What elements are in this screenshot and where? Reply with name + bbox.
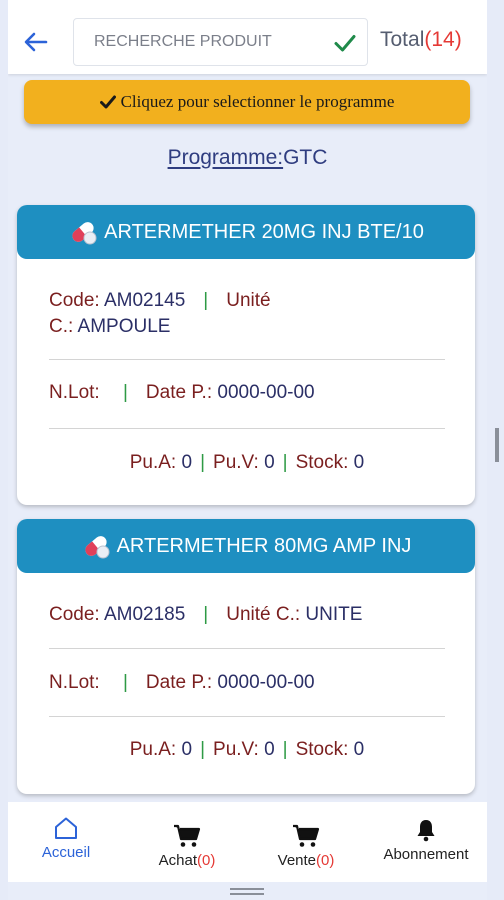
nav-purchase-count: (0): [197, 852, 216, 869]
price-stock-row: Pu.A: 0 | Pu.V: 0 | Stock: 0: [49, 450, 445, 476]
stock-label: Stock:: [295, 452, 349, 473]
code-value: AM02185: [103, 604, 186, 625]
product-card-header: ARTERMETHER 80MG AMP INJ: [17, 519, 475, 573]
search-input[interactable]: [94, 27, 324, 57]
price-stock-row: Pu.A: 0 | Pu.V: 0 | Stock: 0: [49, 737, 445, 763]
total-indicator: Total(14): [380, 28, 462, 52]
product-name: ARTERMETHER 20MG INJ BTE/10: [104, 220, 424, 243]
total-label: Total: [380, 28, 425, 51]
unit-label-cont: C.:: [49, 316, 74, 337]
stock-value: 0: [353, 452, 365, 473]
lot-label: N.Lot:: [49, 672, 100, 693]
pill-icon: [72, 222, 97, 245]
bottom-nav: Accueil Achat(0) Vente(0) Abonnement: [8, 802, 487, 882]
separator: |: [203, 604, 209, 625]
separator: |: [282, 452, 288, 473]
check-icon[interactable]: [333, 31, 357, 55]
nav-purchase-label: Achat(0): [159, 852, 216, 869]
separator: |: [122, 382, 128, 403]
pua-value: 0: [181, 452, 193, 473]
pua-value: 0: [181, 739, 193, 760]
code-label: Code:: [49, 290, 100, 311]
divider: [49, 428, 445, 429]
separator: |: [122, 672, 128, 693]
divider: [49, 648, 445, 649]
code-unit-row: Code: AM02145 | Unité C.: AMPOULE: [49, 288, 445, 340]
date-value: 0000-00-00: [217, 672, 315, 693]
code-value: AM02145: [103, 290, 186, 311]
nav-subscription-label: Abonnement: [383, 846, 469, 863]
product-name: ARTERMETHER 80MG AMP INJ: [116, 534, 412, 557]
search-box[interactable]: [73, 18, 368, 66]
nav-home[interactable]: Accueil: [11, 816, 121, 876]
nav-sale-label: Vente(0): [278, 852, 335, 869]
nav-purchase[interactable]: Achat(0): [132, 824, 242, 884]
program-value: GTC: [283, 146, 328, 169]
program-key: Programme:: [167, 146, 284, 169]
separator: |: [282, 739, 288, 760]
unit-value: AMPOULE: [77, 316, 171, 337]
app-frame: Total(14) Cliquez pour selectionner le p…: [8, 0, 487, 900]
stock-value: 0: [353, 739, 365, 760]
product-card[interactable]: ARTERMETHER 20MG INJ BTE/10 Code: AM0214…: [17, 205, 475, 505]
bottom-resize-handle[interactable]: [230, 888, 264, 895]
separator: |: [203, 290, 209, 311]
program-info[interactable]: Programme:GTC: [8, 146, 487, 170]
lot-label: N.Lot:: [49, 382, 100, 403]
separator: |: [200, 452, 206, 473]
puv-value: 0: [264, 452, 275, 473]
unit-value: UNITE: [305, 604, 363, 625]
lot-date-row: N.Lot: | Date P.: 0000-00-00: [49, 670, 445, 696]
select-program-label: Cliquez pour selectionner le programme: [120, 92, 395, 111]
nav-purchase-text: Achat: [158, 852, 197, 869]
select-program-button[interactable]: Cliquez pour selectionner le programme: [24, 80, 470, 124]
puv-label: Pu.V:: [213, 739, 259, 760]
pua-label: Pu.A:: [129, 452, 177, 473]
product-card-header: ARTERMETHER 20MG INJ BTE/10: [17, 205, 475, 259]
divider: [49, 359, 445, 360]
home-icon: [55, 817, 77, 839]
date-value: 0000-00-00: [217, 382, 315, 403]
nav-subscription[interactable]: Abonnement: [371, 818, 481, 878]
total-count: (14): [424, 28, 462, 51]
cart-icon: [293, 824, 320, 847]
nav-sale[interactable]: Vente(0): [251, 824, 361, 884]
arrow-left-icon: [24, 32, 48, 52]
pua-label: Pu.A:: [129, 739, 177, 760]
pill-icon: [84, 536, 110, 559]
lot-date-row: N.Lot: | Date P.: 0000-00-00: [49, 380, 445, 406]
product-card[interactable]: ARTERMETHER 80MG AMP INJ Code: AM02185 | U…: [17, 519, 475, 794]
back-button[interactable]: [22, 28, 50, 56]
resize-handle[interactable]: [495, 428, 499, 462]
code-label: Code:: [49, 604, 100, 625]
date-label: Date P.:: [145, 382, 213, 403]
cart-icon: [174, 824, 201, 847]
separator: |: [200, 739, 206, 760]
code-unit-row: Code: AM02185 | Unité C.: UNITE: [49, 602, 445, 628]
nav-home-label: Accueil: [41, 844, 91, 861]
nav-sale-count: (0): [316, 852, 335, 869]
bell-icon: [417, 820, 435, 842]
stock-label: Stock:: [295, 739, 349, 760]
puv-label: Pu.V:: [213, 452, 259, 473]
unit-label: Unité: [226, 290, 271, 311]
divider: [49, 716, 445, 717]
date-label: Date P.:: [145, 672, 213, 693]
check-icon: [99, 95, 116, 109]
nav-sale-text: Vente: [277, 852, 317, 869]
puv-value: 0: [264, 739, 275, 760]
top-bar: Total(14): [8, 0, 487, 74]
unit-label: Unité C.:: [226, 604, 301, 625]
